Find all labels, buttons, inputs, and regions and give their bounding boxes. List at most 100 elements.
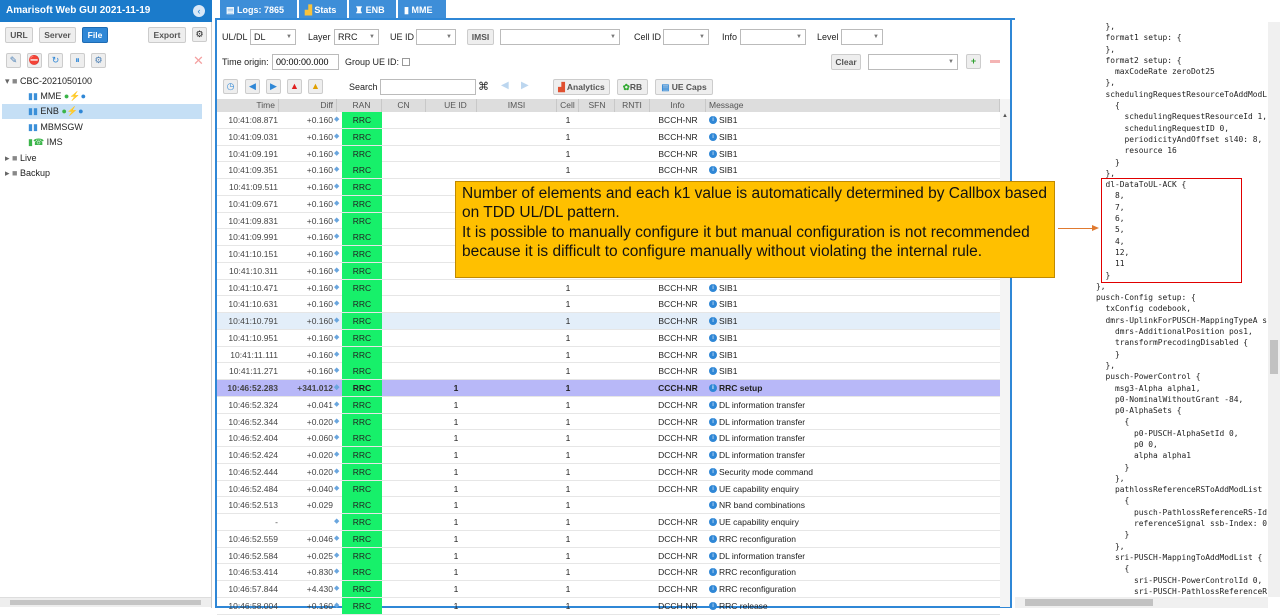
wrench-icon[interactable]: ✎ (6, 53, 21, 68)
info-icon[interactable]: i (709, 434, 717, 443)
info-icon[interactable]: i (709, 451, 717, 459)
info-icon[interactable]: i (709, 384, 717, 392)
level-select[interactable]: ▼ (841, 29, 883, 45)
table-scrollbar[interactable]: ▲ (1000, 99, 1010, 607)
info-icon[interactable]: i (709, 400, 717, 409)
play-icon[interactable]: ● (81, 91, 86, 101)
add-icon[interactable]: + (966, 54, 981, 69)
tree-node-backup[interactable]: ▸ ■ Backup (5, 166, 50, 181)
cellid-select[interactable]: ▼ (663, 29, 709, 45)
time-origin-input[interactable] (272, 54, 339, 70)
refresh-icon[interactable]: ↻ (48, 53, 63, 68)
table-row[interactable]: 10:46:58.004 +0.160 ◆ RRC 1 1 DCCH-NR i RRC rele… (217, 597, 1000, 615)
info-icon[interactable]: i (709, 518, 717, 526)
group-ue-checkbox[interactable] (402, 58, 410, 66)
search-prev-icon[interactable]: ◀ (501, 80, 509, 91)
clear-button[interactable]: Clear (831, 54, 861, 70)
info-icon[interactable]: i (709, 551, 717, 560)
layer-select[interactable]: RRC ▼ (334, 29, 379, 45)
info-icon[interactable]: i (709, 484, 717, 493)
file-button[interactable]: File (82, 27, 108, 43)
analytics-button[interactable]: ▟ Analytics (553, 79, 610, 95)
url-button[interactable]: URL (5, 27, 33, 43)
search-next-icon[interactable]: ▶ (521, 80, 529, 91)
table-row[interactable]: 10:46:52.484 +0.040 ◆ RRC 1 1 DCCH-NR i UE capab… (217, 480, 1000, 498)
uldl-select[interactable]: DL ▼ (250, 29, 296, 45)
column-header[interactable]: UE ID (435, 99, 477, 112)
stop-icon[interactable]: ⛔ (27, 53, 42, 68)
delete-icon[interactable]: ✕ (193, 53, 204, 69)
table-row[interactable]: 10:41:10.791 +0.160 ◆ RRC 1 BCCH-NR i SIB1 (217, 313, 1000, 330)
table-row[interactable]: 10:46:52.404 +0.060 ◆ RRC 1 1 DCCH-NR i DL infor… (217, 430, 1000, 447)
table-row[interactable]: 10:46:52.424 +0.020 ◆ RRC 1 1 DCCH-NR i DL infor… (217, 447, 1000, 464)
table-row[interactable]: 10:46:53.414 +0.830 ◆ RRC 1 1 DCCH-NR i RRC reco… (217, 564, 1000, 581)
tab-enb[interactable]: ♜ ENB (349, 0, 396, 20)
imsi-select[interactable]: ▼ (500, 29, 620, 45)
info-icon[interactable]: i (709, 149, 717, 158)
tree-node-mbmsgw[interactable]: ▮▮ MBMSGW (28, 120, 83, 135)
info-icon[interactable]: i (709, 501, 717, 510)
export-button[interactable]: Export (148, 27, 186, 43)
table-row[interactable]: 10:41:09.191 +0.160 ◆ RRC 1 BCCH-NR i SIB1 (217, 145, 1000, 163)
column-header[interactable]: CN (382, 99, 426, 112)
table-row[interactable]: 10:46:52.283 +341.012 ◆ RRC 1 1 CCCH-NR i RRC se… (217, 380, 1000, 397)
table-row[interactable]: 10:46:52.324 +0.041 ◆ RRC 1 1 DCCH-NR i DL infor… (217, 396, 1000, 414)
binoculars-icon[interactable]: ⌘ (478, 80, 489, 93)
imsi-button[interactable]: IMSI (467, 29, 494, 45)
column-header[interactable]: Message (706, 99, 1000, 112)
tab-stats[interactable]: ▟ Stats (299, 0, 347, 20)
column-header[interactable]: SFN (580, 99, 615, 112)
column-header[interactable]: IMSI (477, 99, 557, 112)
tab-logs[interactable]: ▤ Logs: 7865 (220, 0, 297, 20)
collapse-panel-icon[interactable]: ‹ (193, 5, 205, 17)
table-row[interactable]: 10:46:52.584 +0.025 ◆ RRC 1 1 DCCH-NR i DL infor… (217, 547, 1000, 565)
info-icon[interactable]: i (709, 132, 717, 141)
pause-icon[interactable]: ⏸ (70, 53, 85, 68)
server-button[interactable]: Server (39, 27, 76, 43)
detail-vertical-scrollbar[interactable] (1268, 22, 1280, 597)
table-row[interactable]: - ◆ RRC 1 1 DCCH-NR i UE capability enquiry (217, 514, 1000, 531)
tree-node-cbc[interactable]: ▾ ■ CBC-2021050100 (5, 74, 92, 89)
info-icon[interactable]: i (709, 601, 717, 610)
rb-button[interactable]: ✿RB (617, 79, 648, 95)
play-icon[interactable]: ● (78, 106, 83, 116)
info-icon[interactable]: i (709, 417, 717, 426)
column-header[interactable]: Time (217, 99, 279, 112)
table-row[interactable]: 10:41:10.471 +0.160 ◆ RRC 1 BCCH-NR i SIB1 (217, 279, 1000, 297)
info-icon[interactable]: i (709, 166, 717, 175)
connect-icon[interactable]: ⚙ (192, 27, 207, 42)
table-row[interactable]: 10:41:11.271 +0.160 ◆ RRC 1 BCCH-NR i SIB1 (217, 363, 1000, 380)
tree-node-live[interactable]: ▸ ■ Live (5, 151, 36, 166)
column-header[interactable]: RAN (342, 99, 382, 112)
detail-horizontal-scrollbar[interactable] (1015, 597, 1268, 608)
table-row[interactable]: 10:46:52.513 +0.029 RRC 1 1 i NR band combinat… (217, 497, 1000, 514)
column-header[interactable]: RNTI (615, 99, 650, 112)
table-row[interactable]: 10:41:10.631 +0.160 ◆ RRC 1 BCCH-NR i SIB1 (217, 296, 1000, 313)
table-row[interactable]: 10:46:52.444 +0.020 ◆ RRC 1 1 DCCH-NR i Security… (217, 463, 1000, 481)
info-icon[interactable]: i (709, 568, 717, 577)
info-icon[interactable]: i (709, 317, 717, 325)
tab-mme[interactable]: ▮ MME (398, 0, 446, 20)
info-select[interactable]: ▼ (740, 29, 806, 45)
search-input[interactable] (380, 79, 476, 95)
ueid-select[interactable]: ▼ (416, 29, 456, 45)
uecaps-button[interactable]: ▤ UE Caps (655, 79, 713, 95)
table-row[interactable]: 10:46:57.844 +4.430 ◆ RRC 1 1 DCCH-NR i RRC reco… (217, 581, 1000, 598)
tree-node-enb[interactable]: ▮▮ ENB ●⚡● (28, 104, 84, 119)
info-icon[interactable]: i (709, 300, 717, 309)
arrow-right-icon[interactable]: ▶ (266, 79, 281, 94)
table-row[interactable]: 10:41:09.031 +0.160 ◆ RRC 1 BCCH-NR i SIB1 (217, 128, 1000, 146)
tree-node-ims[interactable]: ▮☎ IMS (28, 135, 63, 150)
clock-icon[interactable]: ◷ (223, 79, 238, 94)
horizontal-scrollbar[interactable] (0, 597, 211, 607)
filter-preset-select[interactable]: ▼ (868, 54, 958, 70)
table-row[interactable]: 10:41:09.351 +0.160 ◆ RRC 1 BCCH-NR i SIB1 (217, 162, 1000, 179)
table-row[interactable]: 10:41:10.951 +0.160 ◆ RRC 1 BCCH-NR i SIB1 (217, 329, 1000, 347)
table-row[interactable]: 10:41:11.111 +0.160 ◆ RRC 1 BCCH-NR i SIB1 (217, 346, 1000, 364)
column-header[interactable]: Diff (279, 99, 337, 112)
tree-node-mme[interactable]: ▮▮ MME ●⚡● (28, 89, 86, 104)
plug-icon[interactable]: ⚙ (91, 53, 106, 68)
info-icon[interactable]: i (709, 367, 717, 376)
column-header[interactable]: Cell (557, 99, 579, 112)
info-icon[interactable]: i (709, 534, 717, 543)
